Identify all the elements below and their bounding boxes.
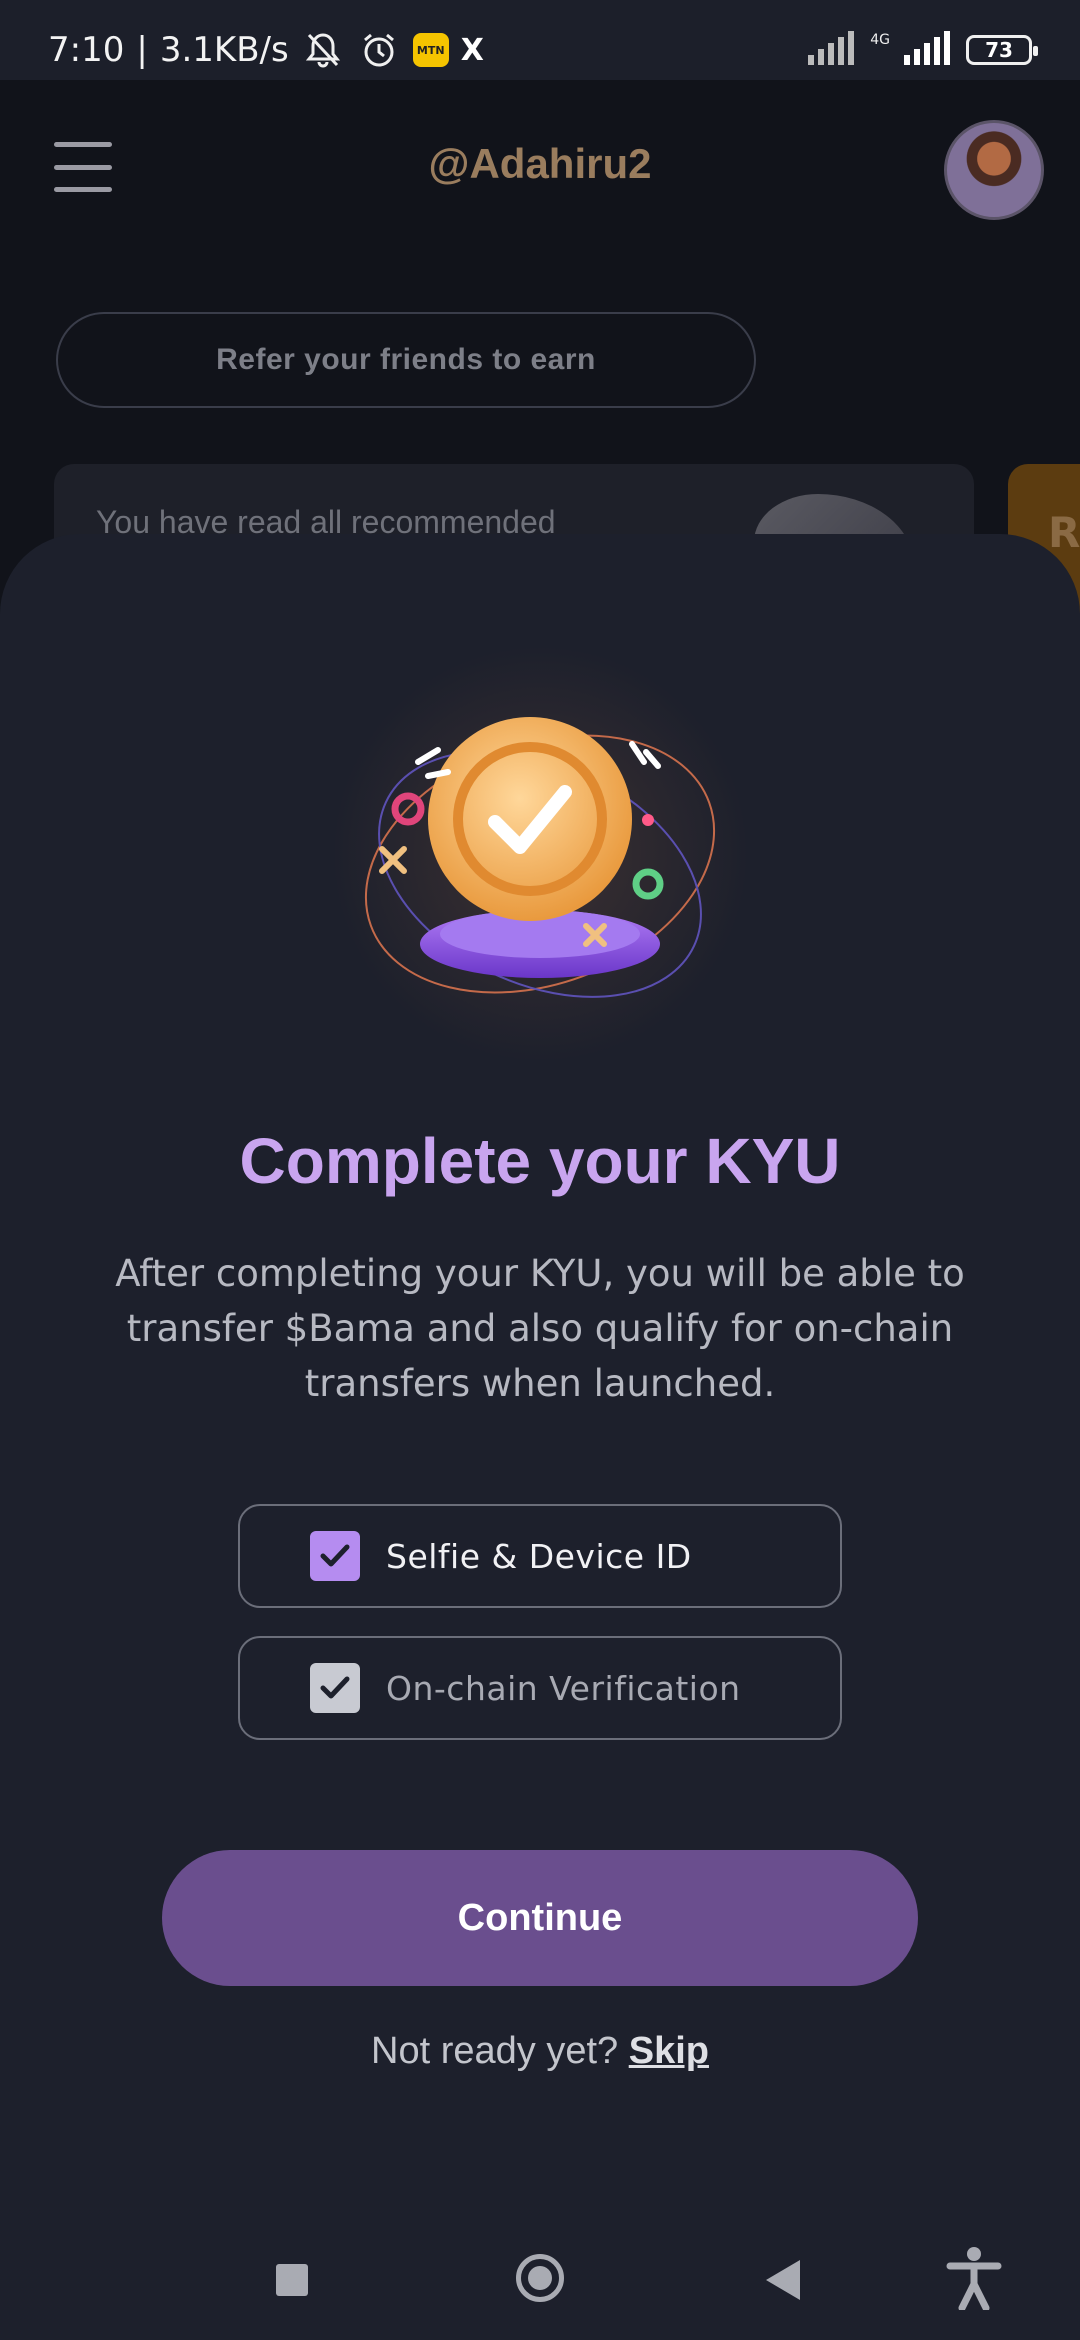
continue-button[interactable]: Continue bbox=[162, 1850, 918, 1986]
status-time: 7:10 bbox=[48, 30, 125, 70]
signal-icon bbox=[808, 31, 856, 69]
checkbox-checked-icon[interactable] bbox=[310, 1531, 360, 1581]
bell-muted-icon bbox=[301, 28, 345, 72]
status-speed: 3.1KB/s bbox=[159, 30, 289, 70]
option-onchain-verification[interactable]: On-chain Verification bbox=[238, 1636, 842, 1740]
skip-link[interactable]: Skip bbox=[629, 2030, 709, 2072]
option-label: Selfie & Device ID bbox=[386, 1536, 692, 1576]
not-ready-line: Not ready yet? Skip bbox=[0, 2030, 1080, 2073]
recent-apps-icon[interactable] bbox=[276, 2264, 308, 2296]
home-icon[interactable] bbox=[516, 2254, 564, 2302]
network-type-label: 4G bbox=[870, 32, 890, 48]
status-right: 4G 73 bbox=[808, 31, 1038, 69]
verified-coin-illustration-icon bbox=[330, 644, 750, 1064]
accessibility-icon[interactable] bbox=[946, 2246, 1002, 2312]
kyu-bottom-sheet: Complete your KYU After completing your … bbox=[0, 534, 1080, 2340]
avatar[interactable] bbox=[944, 120, 1044, 220]
back-icon[interactable] bbox=[766, 2260, 800, 2300]
status-left: 7:10 | 3.1KB/s MTN X bbox=[48, 28, 484, 72]
option-selfie-device-id[interactable]: Selfie & Device ID bbox=[238, 1504, 842, 1608]
system-nav-bar bbox=[0, 2220, 1080, 2340]
username-title: @Adahiru2 bbox=[428, 140, 652, 187]
mtn-app-icon: MTN bbox=[412, 33, 449, 67]
battery-icon: 73 bbox=[966, 35, 1038, 65]
x-app-icon: X bbox=[460, 32, 484, 68]
refer-friends-button[interactable]: Refer your friends to earn bbox=[56, 312, 756, 408]
signal-strong-icon bbox=[904, 31, 952, 69]
checkbox-checked-icon[interactable] bbox=[310, 1663, 360, 1713]
alarm-clock-icon bbox=[357, 28, 401, 72]
kyu-description: After completing your KYU, you will be a… bbox=[115, 1252, 965, 1405]
status-separator: | bbox=[136, 30, 148, 70]
not-ready-text: Not ready yet? bbox=[371, 2030, 619, 2072]
option-label: On-chain Verification bbox=[386, 1668, 741, 1708]
kyu-title: Complete your KYU bbox=[239, 1125, 841, 1197]
